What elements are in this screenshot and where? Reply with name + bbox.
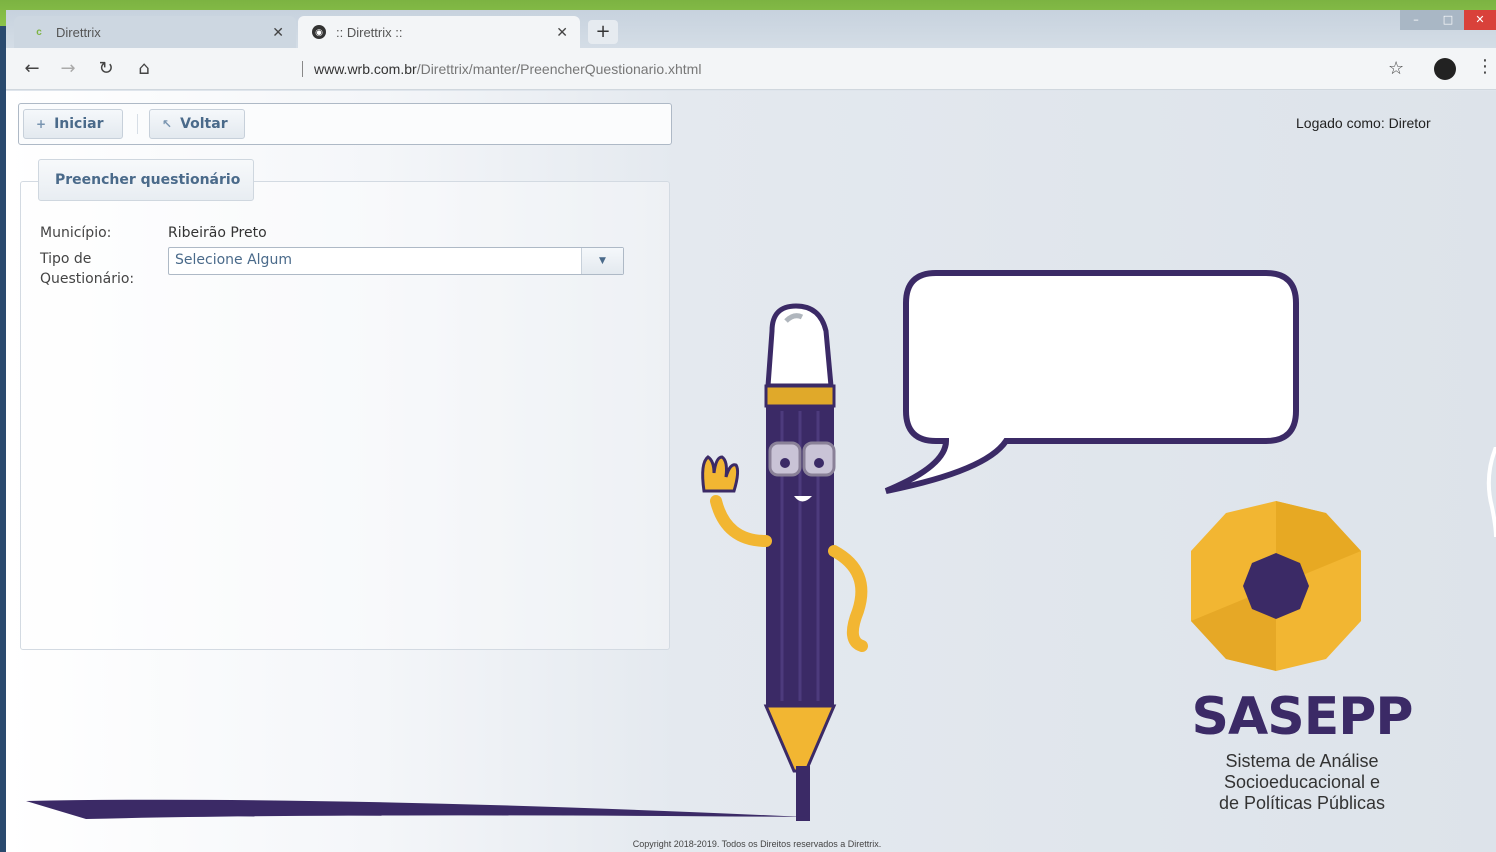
address-bar: ← → ↻ ⌂ www.wrb.com.br/Direttrix/manter/… bbox=[6, 48, 1496, 90]
tipo-questionario-select[interactable]: Selecione Algum ▼ bbox=[168, 247, 624, 275]
window-controls: – □ ✕ bbox=[1400, 10, 1496, 32]
close-icon[interactable]: ✕ bbox=[556, 24, 568, 41]
municipio-label: Município: bbox=[40, 225, 112, 241]
tipo-label-line1: Tipo de bbox=[40, 251, 92, 267]
new-tab-button[interactable]: + bbox=[588, 20, 618, 44]
browser-window: c Direttrix ✕ ◉ :: Direttrix :: ✕ + – □ … bbox=[6, 10, 1496, 852]
brand-subtitle: Sistema de Análise Socioeducacional e de… bbox=[1182, 751, 1422, 814]
toolbar-divider bbox=[137, 114, 138, 134]
logged-user-text: Logado como: Diretor bbox=[1296, 115, 1431, 131]
reload-icon[interactable]: ↻ bbox=[94, 58, 118, 79]
window-close-button[interactable]: ✕ bbox=[1464, 10, 1496, 30]
brand-subtitle-line: Sistema de Análise bbox=[1225, 751, 1379, 771]
favicon-icon: c bbox=[36, 26, 42, 38]
municipio-value: Ribeirão Preto bbox=[168, 225, 267, 241]
home-icon[interactable]: ⌂ bbox=[132, 58, 156, 79]
voltar-label: Voltar bbox=[180, 116, 228, 132]
tipo-label-line2: Questionário: bbox=[40, 271, 135, 287]
bookmark-star-icon[interactable]: ☆ bbox=[1388, 58, 1404, 79]
pencil-mascot-icon bbox=[701, 303, 868, 821]
menu-dots-icon[interactable]: ⋮ bbox=[1476, 56, 1494, 77]
tab-bar: c Direttrix ✕ ◉ :: Direttrix :: ✕ + – □ … bbox=[6, 10, 1496, 48]
tab-direttrix-active[interactable]: ◉ :: Direttrix :: ✕ bbox=[298, 16, 580, 48]
iniciar-button[interactable]: + Iniciar bbox=[23, 109, 123, 139]
tab-title: Direttrix bbox=[56, 24, 101, 40]
page-content: + Iniciar ↖ Voltar Logado como: Diretor … bbox=[6, 91, 1496, 852]
tab-direttrix[interactable]: c Direttrix ✕ bbox=[14, 16, 296, 48]
plus-icon: + bbox=[36, 117, 47, 131]
profile-avatar-icon[interactable] bbox=[1434, 58, 1456, 80]
globe-icon: ◉ bbox=[312, 25, 326, 39]
minimize-button[interactable]: – bbox=[1400, 10, 1432, 30]
maximize-button[interactable]: □ bbox=[1432, 10, 1464, 30]
url-path: /Direttrix/manter/PreencherQuestionario.… bbox=[416, 61, 702, 77]
speech-bubble-icon bbox=[884, 270, 1299, 494]
url-input[interactable]: www.wrb.com.br/Direttrix/manter/Preenche… bbox=[174, 55, 1374, 83]
edge-decor-icon bbox=[1486, 447, 1496, 537]
sasepp-logo-icon bbox=[1191, 501, 1361, 671]
iniciar-label: Iniciar bbox=[54, 116, 104, 132]
action-toolbar: + Iniciar ↖ Voltar bbox=[18, 103, 672, 145]
back-icon[interactable]: ← bbox=[20, 58, 44, 79]
tab-title: :: Direttrix :: bbox=[336, 24, 403, 40]
select-value: Selecione Algum bbox=[175, 252, 292, 268]
brand-name: SASEPP bbox=[1191, 687, 1414, 747]
url-divider bbox=[302, 61, 303, 77]
url-host: www.wrb.com.br bbox=[314, 61, 417, 77]
fieldset-legend: Preencher questionário bbox=[38, 159, 254, 201]
chevron-down-icon[interactable]: ▼ bbox=[581, 248, 623, 274]
copyright-text: Copyright 2018-2019. Todos os Direitos r… bbox=[632, 839, 882, 849]
brand-subtitle-line: de Políticas Públicas bbox=[1218, 793, 1386, 813]
close-icon[interactable]: ✕ bbox=[272, 24, 284, 41]
back-arrow-icon: ↖ bbox=[162, 117, 173, 131]
forward-icon[interactable]: → bbox=[56, 58, 80, 79]
brand-subtitle-line: Socioeducacional e bbox=[1223, 772, 1381, 792]
decorative-swoosh bbox=[26, 799, 806, 819]
voltar-button[interactable]: ↖ Voltar bbox=[149, 109, 245, 139]
